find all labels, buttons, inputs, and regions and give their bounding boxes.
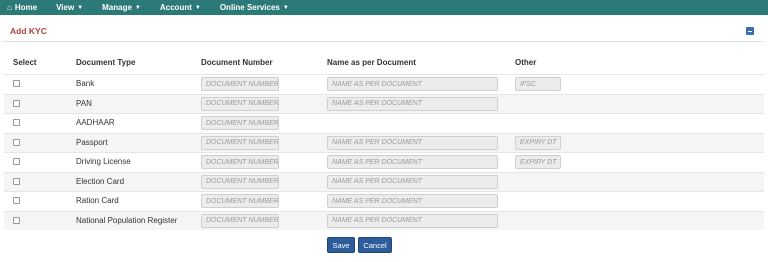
header-select: Select: [13, 58, 37, 67]
document-number-input[interactable]: [201, 213, 279, 228]
caret-down-icon: ▼: [194, 4, 201, 11]
top-navbar: ⌂ Home View ▼ Manage ▼ Account ▼ Online …: [0, 0, 768, 15]
table-row: PAN: [4, 93, 764, 113]
select-checkbox[interactable]: [13, 158, 20, 165]
expiry-date-input[interactable]: [515, 135, 561, 150]
caret-down-icon: ▼: [77, 4, 84, 11]
kyc-table: Select Document Type Document Number Nam…: [4, 52, 764, 230]
select-checkbox[interactable]: [13, 119, 20, 126]
caret-down-icon: ▼: [282, 4, 289, 11]
document-number-input[interactable]: [201, 174, 279, 189]
select-checkbox[interactable]: [13, 80, 20, 87]
cancel-button[interactable]: Cancel: [358, 237, 392, 253]
table-row: Bank: [4, 74, 764, 94]
header-document-number: Document Number: [201, 58, 273, 67]
document-type: Election Card: [76, 176, 125, 186]
table-row: Ration Card: [4, 191, 764, 211]
nav-view-label: View: [56, 3, 75, 12]
select-checkbox[interactable]: [13, 138, 20, 146]
page-title: Add KYC: [10, 26, 47, 36]
document-type: National Population Register: [76, 215, 178, 225]
document-type: Driving License: [76, 157, 131, 166]
nav-account[interactable]: Account ▼: [160, 3, 201, 12]
table-header: Select Document Type Document Number Nam…: [4, 52, 764, 74]
table-row: AADHAAR: [4, 113, 764, 133]
document-type: Ration Card: [76, 196, 119, 205]
nav-account-label: Account: [159, 3, 192, 12]
collapse-icon[interactable]: [746, 27, 754, 35]
document-number-input[interactable]: [201, 96, 279, 111]
table-row: National Population Register: [4, 210, 764, 230]
document-number-input[interactable]: [201, 194, 279, 208]
nav-home-label: Home: [14, 3, 38, 12]
header-name: Name as per Document: [327, 58, 416, 67]
document-type: AADHAAR: [76, 118, 115, 127]
save-button[interactable]: Save: [327, 237, 355, 253]
header-other: Other: [515, 58, 537, 67]
document-type: Passport: [76, 137, 108, 147]
nav-manage-label: Manage: [102, 3, 132, 12]
document-number-input[interactable]: [201, 116, 279, 130]
table-row: Driving License: [4, 152, 764, 172]
name-input[interactable]: [327, 155, 498, 169]
nav-home[interactable]: ⌂ Home: [7, 3, 37, 12]
document-number-input[interactable]: [201, 77, 279, 91]
nav-online-services[interactable]: Online Services ▼: [220, 3, 289, 12]
name-input[interactable]: [327, 194, 498, 208]
name-input[interactable]: [327, 135, 498, 150]
nav-manage[interactable]: Manage ▼: [102, 3, 141, 12]
select-checkbox[interactable]: [13, 177, 20, 185]
select-checkbox[interactable]: [13, 99, 20, 107]
caret-down-icon: ▼: [134, 4, 141, 11]
name-input[interactable]: [327, 174, 498, 189]
name-input[interactable]: [327, 213, 498, 228]
ifsc-input[interactable]: [515, 77, 561, 91]
select-checkbox[interactable]: [13, 216, 20, 224]
document-number-input[interactable]: [201, 155, 279, 169]
document-type: Bank: [76, 79, 95, 88]
expiry-date-input[interactable]: [515, 155, 561, 169]
select-checkbox[interactable]: [13, 197, 20, 204]
panel-header: Add KYC: [2, 23, 764, 42]
name-input[interactable]: [327, 77, 498, 91]
name-input[interactable]: [327, 96, 498, 111]
header-document-type: Document Type: [76, 58, 136, 67]
document-number-input[interactable]: [201, 135, 279, 150]
table-row: Passport: [4, 132, 764, 152]
home-icon: ⌂: [7, 3, 12, 12]
document-type: PAN: [76, 98, 92, 108]
nav-view[interactable]: View ▼: [56, 3, 83, 12]
table-row: Election Card: [4, 171, 764, 191]
nav-online-services-label: Online Services: [219, 3, 280, 12]
